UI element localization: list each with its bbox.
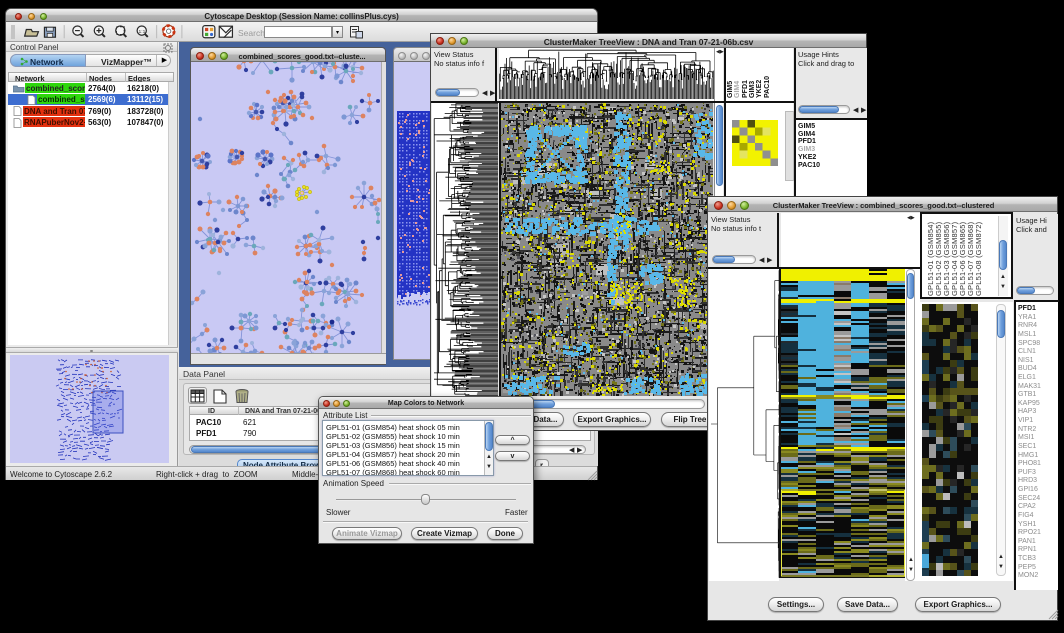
svg-text:1:1: 1:1 bbox=[138, 29, 145, 35]
